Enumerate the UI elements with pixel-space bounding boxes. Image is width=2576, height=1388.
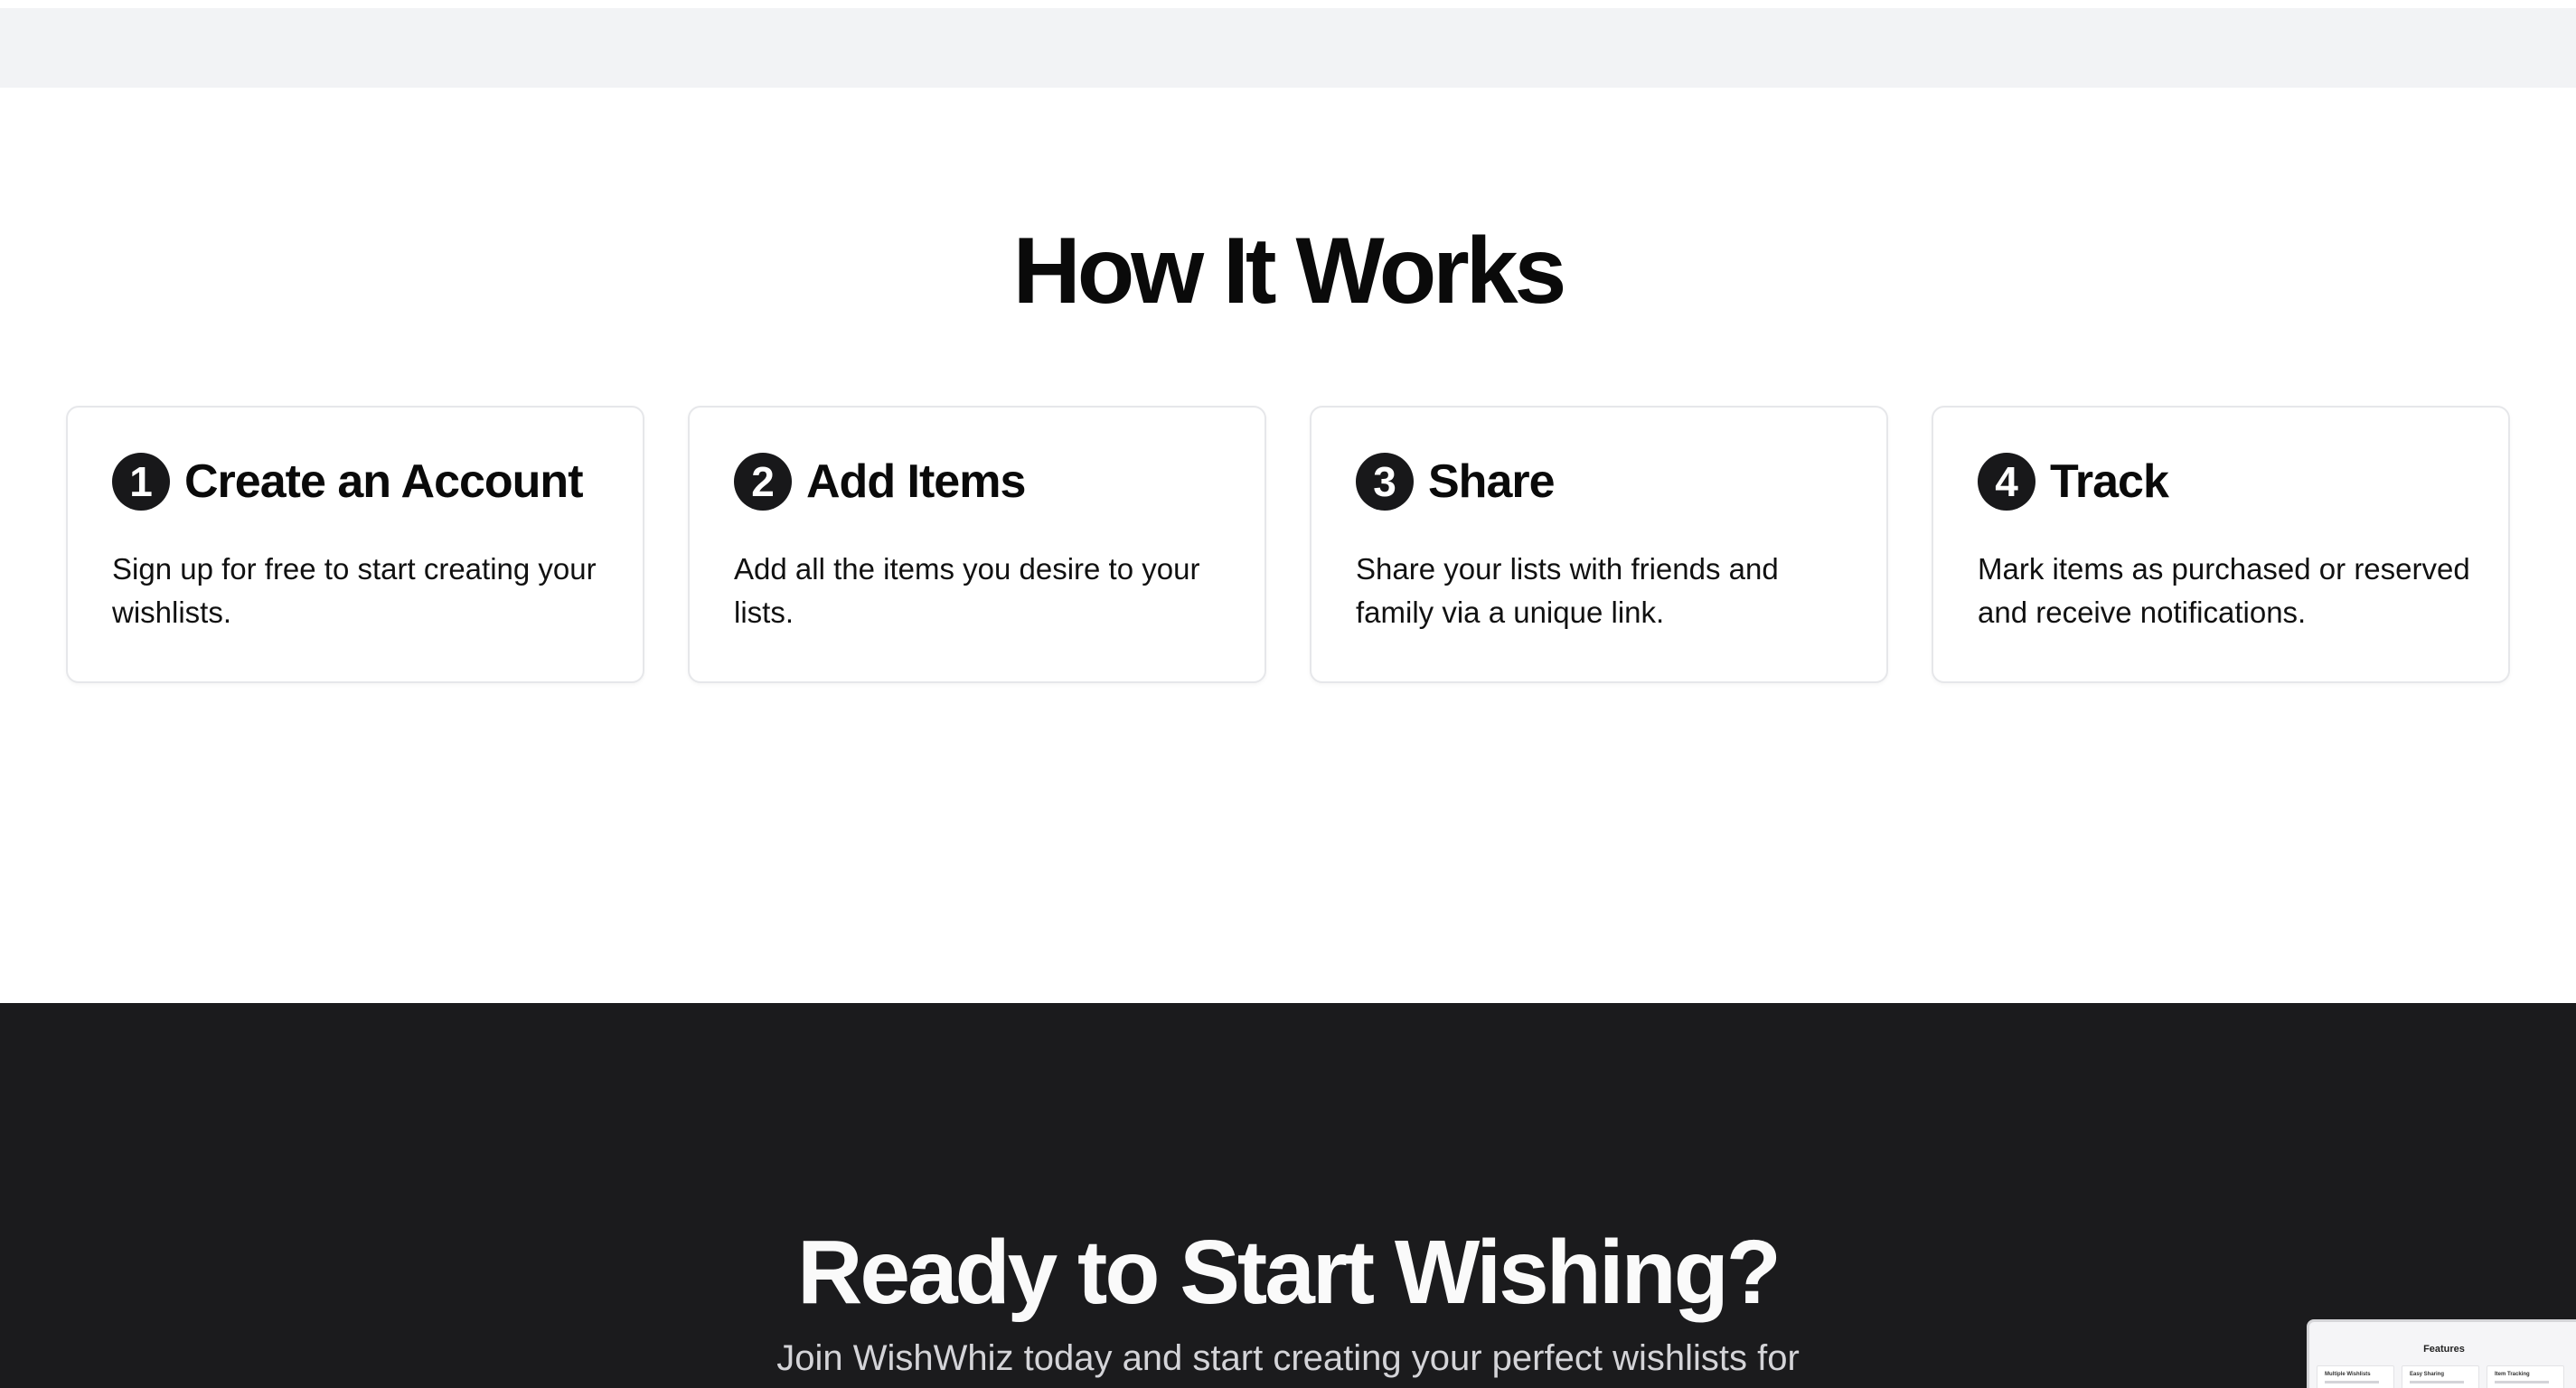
step-description: Add all the items you desire to your lis… — [734, 552, 1200, 629]
cta-title: Ready to Start Wishing? — [797, 1222, 1782, 1323]
step-number-badge: 2 — [734, 453, 792, 511]
step-number-badge: 1 — [112, 453, 170, 511]
step-card-create-account: 1 Create an Account Sign up for free to … — [66, 406, 644, 683]
step-number-badge: 3 — [1356, 453, 1414, 511]
step-number-badge: 4 — [1978, 453, 2035, 511]
step-title: Share — [1428, 455, 1556, 508]
step-title: Track — [2050, 455, 2169, 508]
step-description: Mark items as purchased or reserved and … — [1978, 552, 2470, 629]
step-header: 2 Add Items — [734, 452, 1026, 511]
cta-subtitle: Join WishWhiz today and start creating y… — [776, 1338, 1800, 1378]
step-description: Sign up for free to start creating your … — [112, 552, 597, 629]
step-card-track: 4 Track Mark items as purchased or reser… — [1932, 406, 2510, 683]
preview-card: Easy Sharing — [2402, 1365, 2479, 1388]
top-strip — [0, 8, 2576, 88]
preview-text-line — [2495, 1381, 2549, 1383]
step-header: 1 Create an Account — [112, 452, 584, 511]
preview-card: Multiple Wishlists — [2317, 1365, 2394, 1388]
steps-grid: 1 Create an Account Sign up for free to … — [66, 406, 2510, 683]
preview-card-label: Item Tracking — [2495, 1372, 2530, 1377]
step-title: Add Items — [806, 455, 1026, 508]
cta-section — [0, 1003, 2576, 1388]
preview-card-label: Easy Sharing — [2410, 1372, 2445, 1377]
preview-text-line — [2410, 1381, 2464, 1383]
step-header: 4 Track — [1978, 452, 2169, 511]
step-card-share: 3 Share Share your lists with friends an… — [1310, 406, 1888, 683]
preview-title: Features — [2423, 1344, 2465, 1355]
step-header: 3 Share — [1356, 452, 1556, 511]
preview-text-line — [2325, 1381, 2379, 1383]
preview-cards: Multiple Wishlists Easy Sharing Item Tra… — [2317, 1365, 2571, 1388]
preview-card: Item Tracking — [2487, 1365, 2564, 1388]
preview-card-label: Multiple Wishlists — [2325, 1372, 2371, 1377]
step-card-add-items: 2 Add Items Add all the items you desire… — [688, 406, 1266, 683]
step-title: Create an Account — [184, 455, 584, 508]
page: How It Works 1 Create an Account Sign up… — [0, 0, 2576, 1388]
step-description: Share your lists with friends and family… — [1356, 552, 1779, 629]
page-preview-thumbnail[interactable]: Features Multiple Wishlists Easy Sharing… — [2307, 1319, 2576, 1388]
how-it-works-title: How It Works — [1012, 219, 1567, 324]
